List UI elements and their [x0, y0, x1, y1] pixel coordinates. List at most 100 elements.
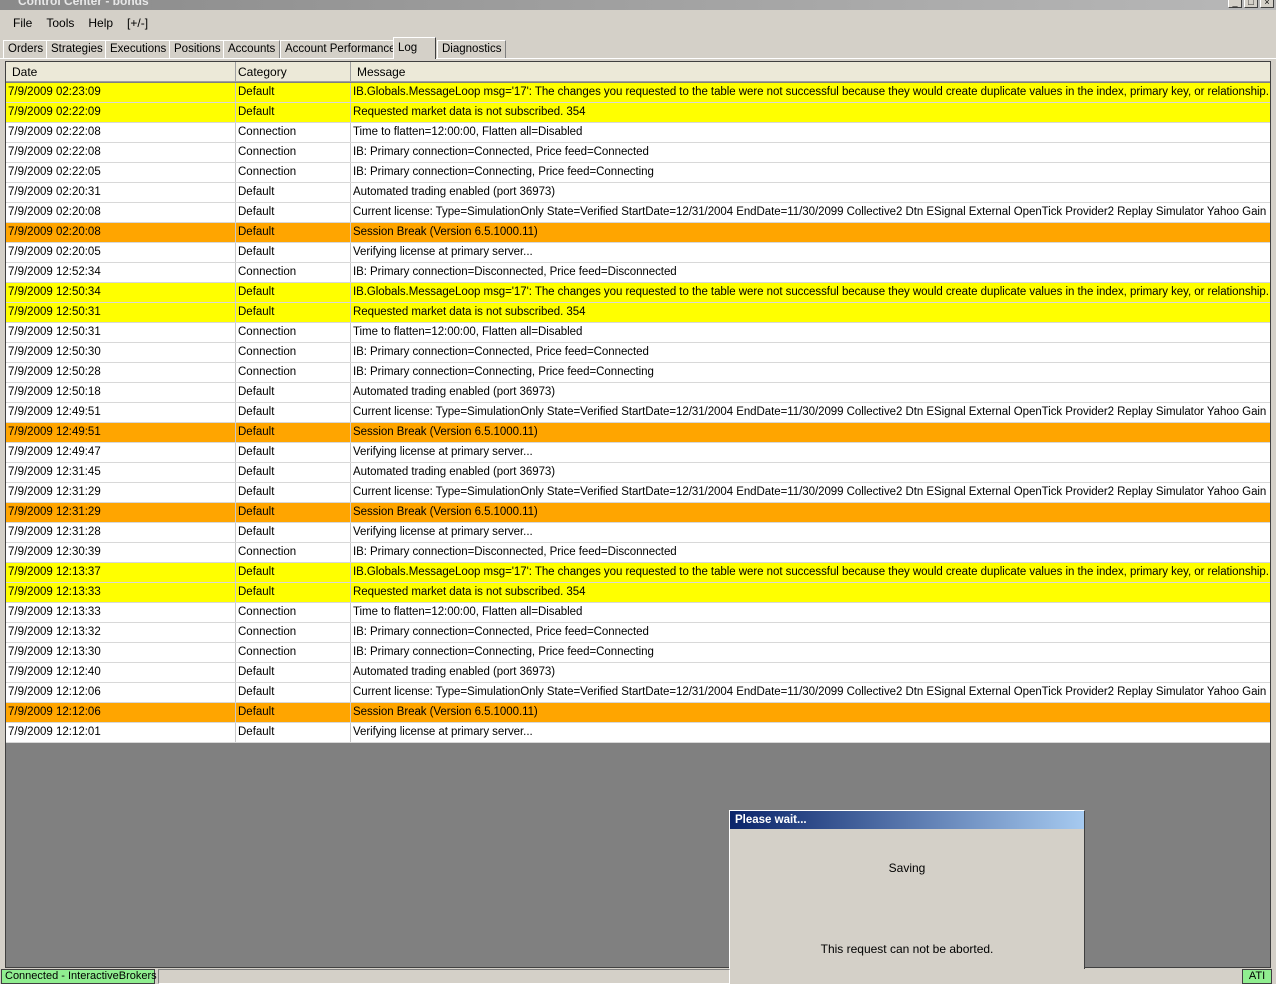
- row-message-cell: Session Break (Version 6.5.1000.11): [353, 706, 538, 718]
- row-date-cell: 7/9/2009 12:30:39: [6, 543, 236, 562]
- row-message-cell: IB: Primary connection=Disconnected, Pri…: [353, 266, 677, 278]
- table-row[interactable]: 7/9/2009 12:49:51 Default Session Break (V…: [6, 423, 1270, 443]
- row-date-cell: 7/9/2009 12:50:18: [6, 383, 236, 402]
- table-row[interactable]: 7/9/2009 02:23:09 Default IB.Globals.Messa…: [6, 83, 1270, 103]
- table-row[interactable]: 7/9/2009 12:12:01 Default Verifying licens…: [6, 723, 1270, 743]
- table-row[interactable]: 7/9/2009 12:50:34 Default IB.Globals.Messa…: [6, 283, 1270, 303]
- row-message-cell: IB: Primary connection=Connecting, Price…: [353, 646, 654, 658]
- table-row[interactable]: 7/9/2009 12:30:39 Connection IB: Primary c…: [6, 543, 1270, 563]
- row-category-cell: Default: [236, 303, 351, 322]
- row-date-cell: 7/9/2009 02:23:09: [6, 83, 236, 102]
- table-row[interactable]: 7/9/2009 12:49:47 Default Verifying licens…: [6, 443, 1270, 463]
- tab-executions[interactable]: Executions: [105, 40, 172, 58]
- row-category-cell: Default: [236, 523, 351, 542]
- table-row[interactable]: 7/9/2009 12:13:30 Connection IB: Primary c…: [6, 643, 1270, 663]
- table-row[interactable]: 7/9/2009 02:20:08 Default Current license:…: [6, 203, 1270, 223]
- table-row[interactable]: 7/9/2009 02:22:08 Connection IB: Primary c…: [6, 143, 1270, 163]
- table-row[interactable]: 7/9/2009 12:12:06 Default Session Break (V…: [6, 703, 1270, 723]
- table-row[interactable]: 7/9/2009 12:13:33 Default Requested market…: [6, 583, 1270, 603]
- row-date-cell: 7/9/2009 12:31:29: [6, 483, 236, 502]
- table-row[interactable]: 7/9/2009 02:22:05 Connection IB: Primary c…: [6, 163, 1270, 183]
- table-row[interactable]: 7/9/2009 12:31:29 Default Current license:…: [6, 483, 1270, 503]
- column-header-date[interactable]: Date: [6, 62, 236, 82]
- table-row[interactable]: 7/9/2009 02:20:05 Default Verifying licens…: [6, 243, 1270, 263]
- table-row[interactable]: 7/9/2009 12:50:30 Connection IB: Primary c…: [6, 343, 1270, 363]
- tab-account-performance[interactable]: Account Performance: [280, 40, 401, 58]
- grid-header: Date Category Message: [6, 62, 1270, 82]
- table-row[interactable]: 7/9/2009 12:13:37 Default IB.Globals.Messa…: [6, 563, 1270, 583]
- row-date-cell: 7/9/2009 12:49:51: [6, 403, 236, 422]
- row-date-cell: 7/9/2009 12:49:51: [6, 423, 236, 442]
- row-category-cell: Default: [236, 503, 351, 522]
- row-date-cell: 7/9/2009 12:31:45: [6, 463, 236, 482]
- tab-diagnostics[interactable]: Diagnostics: [437, 40, 507, 58]
- dialog-status-text: Saving: [888, 861, 926, 875]
- tab-strategies[interactable]: Strategies: [46, 40, 108, 58]
- row-message-cell: Requested market data is not subscribed.…: [353, 106, 586, 118]
- row-message-cell: Verifying license at primary server...: [353, 526, 533, 538]
- row-message-cell: Requested market data is not subscribed.…: [353, 586, 586, 598]
- table-row[interactable]: 7/9/2009 02:20:31 Default Automated tradin…: [6, 183, 1270, 203]
- row-date-cell: 7/9/2009 02:22:08: [6, 143, 236, 162]
- row-message-cell: Automated trading enabled (port 36973): [353, 386, 556, 398]
- row-message-cell: Requested market data is not subscribed.…: [353, 306, 586, 318]
- menu-tools[interactable]: Tools: [39, 16, 81, 30]
- table-row[interactable]: 7/9/2009 12:49:51 Default Current license:…: [6, 403, 1270, 423]
- table-row[interactable]: 7/9/2009 02:20:08 Default Session Break (V…: [6, 223, 1270, 243]
- row-message-cell: Time to flatten=12:00:00, Flatten all=Di…: [353, 606, 583, 618]
- table-row[interactable]: 7/9/2009 12:50:31 Default Requested market…: [6, 303, 1270, 323]
- menu-help[interactable]: Help: [81, 16, 120, 30]
- row-message-cell: Current license: Type=SimulationOnly Sta…: [353, 406, 1267, 418]
- table-row[interactable]: 7/9/2009 02:22:08 Connection Time to flatt…: [6, 123, 1270, 143]
- maximize-icon[interactable]: □: [1244, 0, 1258, 8]
- window-title: Control Center - bonds: [18, 0, 149, 8]
- table-row[interactable]: 7/9/2009 12:12:40 Default Automated tradin…: [6, 663, 1270, 683]
- row-category-cell: Default: [236, 223, 351, 242]
- tab-accounts[interactable]: Accounts: [223, 40, 281, 58]
- status-panel: [158, 969, 730, 984]
- row-category-cell: Default: [236, 463, 351, 482]
- row-message-cell: Automated trading enabled (port 36973): [353, 466, 556, 478]
- tab-positions[interactable]: Positions: [169, 40, 226, 58]
- menu-file[interactable]: File: [6, 16, 39, 30]
- table-row[interactable]: 7/9/2009 02:22:09 Default Requested market…: [6, 103, 1270, 123]
- column-header-category[interactable]: Category: [236, 62, 351, 82]
- row-category-cell: Connection: [236, 623, 351, 642]
- minimize-icon[interactable]: _: [1228, 0, 1242, 8]
- table-row[interactable]: 7/9/2009 12:13:33 Connection Time to flatt…: [6, 603, 1270, 623]
- table-row[interactable]: 7/9/2009 12:50:28 Connection IB: Primary c…: [6, 363, 1270, 383]
- column-header-message[interactable]: Message: [351, 62, 1270, 82]
- close-icon[interactable]: ×: [1260, 0, 1274, 8]
- tab-bar: Orders Strategies Executions Positions A…: [0, 37, 1276, 59]
- table-row[interactable]: 7/9/2009 12:50:31 Connection Time to flatt…: [6, 323, 1270, 343]
- table-row[interactable]: 7/9/2009 12:31:28 Default Verifying licens…: [6, 523, 1270, 543]
- table-row[interactable]: 7/9/2009 12:31:29 Default Session Break (V…: [6, 503, 1270, 523]
- table-row[interactable]: 7/9/2009 12:31:45 Default Automated tradin…: [6, 463, 1270, 483]
- row-message-cell: Current license: Type=SimulationOnly Sta…: [353, 206, 1267, 218]
- menu-toggle[interactable]: [+/-]: [120, 16, 155, 30]
- row-message-cell: IB: Primary connection=Connected, Price …: [353, 626, 649, 638]
- row-date-cell: 7/9/2009 02:20:31: [6, 183, 236, 202]
- row-message-cell: IB: Primary connection=Connected, Price …: [353, 146, 649, 158]
- window-titlebar: Control Center - bonds _ □ ×: [0, 0, 1276, 10]
- table-row[interactable]: 7/9/2009 12:12:06 Default Current license:…: [6, 683, 1270, 703]
- row-category-cell: Connection: [236, 263, 351, 282]
- table-row[interactable]: 7/9/2009 12:52:34 Connection IB: Primary c…: [6, 263, 1270, 283]
- tab-log[interactable]: Log: [393, 37, 436, 59]
- row-message-cell: Verifying license at primary server...: [353, 246, 533, 258]
- table-row[interactable]: 7/9/2009 12:50:18 Default Automated tradin…: [6, 383, 1270, 403]
- row-date-cell: 7/9/2009 12:12:06: [6, 683, 236, 702]
- row-category-cell: Connection: [236, 163, 351, 182]
- row-message-cell: Session Break (Version 6.5.1000.11): [353, 426, 538, 438]
- row-date-cell: 7/9/2009 12:12:01: [6, 723, 236, 742]
- row-category-cell: Default: [236, 723, 351, 742]
- tab-orders[interactable]: Orders: [3, 40, 49, 58]
- row-message-cell: Verifying license at primary server...: [353, 726, 533, 738]
- row-category-cell: Connection: [236, 123, 351, 142]
- row-category-cell: Default: [236, 403, 351, 422]
- row-date-cell: 7/9/2009 12:12:40: [6, 663, 236, 682]
- table-row[interactable]: 7/9/2009 12:13:32 Connection IB: Primary c…: [6, 623, 1270, 643]
- row-date-cell: 7/9/2009 12:13:37: [6, 563, 236, 582]
- row-category-cell: Connection: [236, 543, 351, 562]
- row-message-cell: IB: Primary connection=Connecting, Price…: [353, 366, 654, 378]
